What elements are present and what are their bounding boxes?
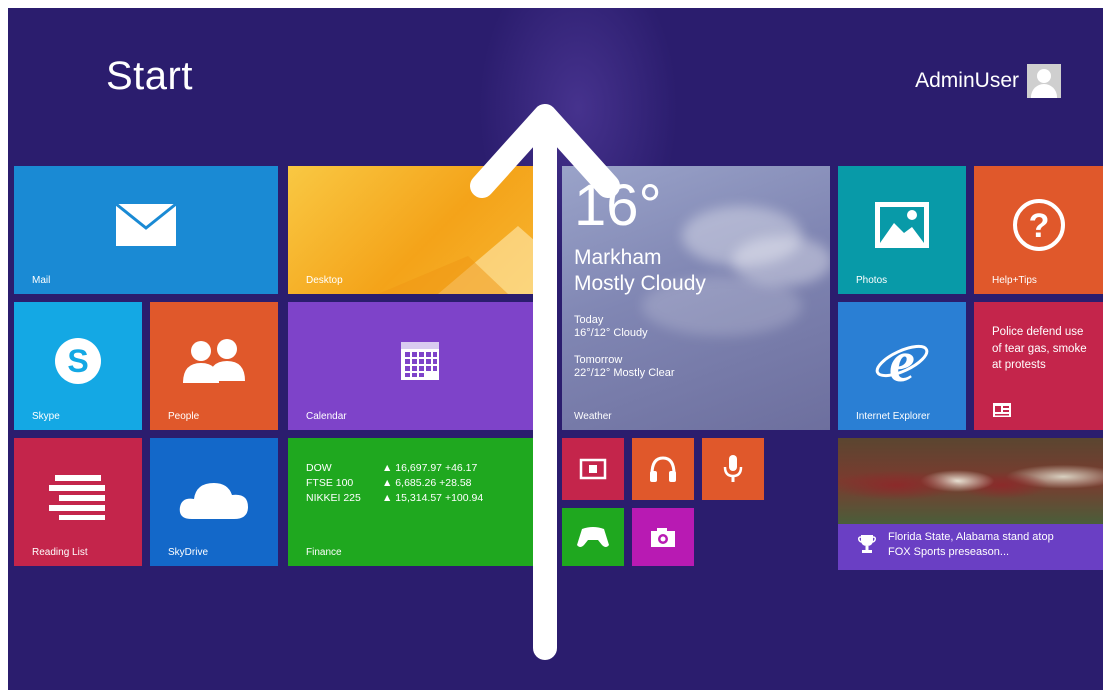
- start-screen: Start AdminUser Mail S Skype People Read…: [8, 8, 1103, 690]
- swipe-up-arrow-icon: [470, 104, 620, 660]
